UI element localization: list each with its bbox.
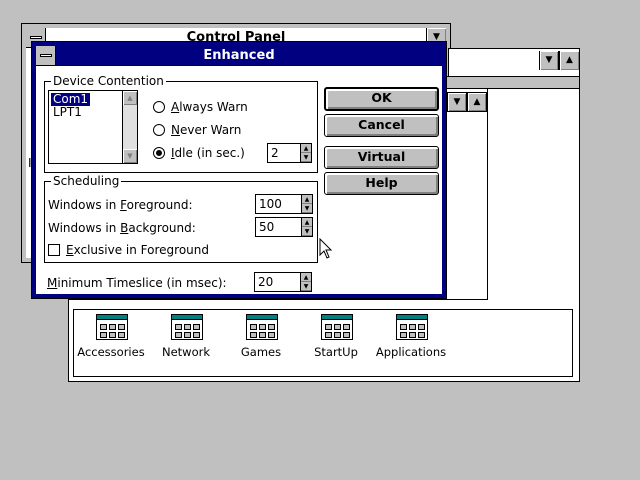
group-icon-network[interactable] xyxy=(171,314,203,340)
virtual-memory-button[interactable]: Virtual Memory... xyxy=(324,146,439,184)
exclusive-label[interactable]: Exclusive in Foreground xyxy=(66,243,209,257)
scheduling-legend: Scheduling xyxy=(51,174,122,188)
timeslice-label: Minimum Timeslice (in msec): xyxy=(47,276,227,290)
always-warn-radio[interactable] xyxy=(153,101,165,113)
background-value[interactable]: 50 xyxy=(259,220,274,234)
enhanced-dialog-titlebar[interactable]: Enhanced xyxy=(36,46,442,66)
spin-down-icon[interactable]: ▼ xyxy=(301,282,311,291)
scheduling-group: Scheduling Windows in Foreground: 100 ▲ ▼… xyxy=(44,174,318,263)
foreground-label: Windows in Foreground: xyxy=(48,198,193,212)
idle-seconds-value[interactable]: 2 xyxy=(271,146,279,160)
spin-down-icon[interactable]: ▼ xyxy=(302,204,312,213)
never-warn-radio[interactable] xyxy=(153,124,165,136)
list-item-lpt1[interactable]: LPT1 xyxy=(51,106,84,119)
always-warn-label[interactable]: Always Warn xyxy=(171,100,248,114)
port-listbox-scrollbar[interactable]: ▲ ▼ xyxy=(122,91,137,163)
dialog-title: Enhanced xyxy=(203,48,275,63)
device-contention-legend: Device Contention xyxy=(51,74,166,88)
minimize-arrow-icon[interactable]: ▼ xyxy=(447,92,467,112)
spin-up-icon[interactable]: ▲ xyxy=(301,144,311,153)
spin-up-icon[interactable]: ▲ xyxy=(301,273,311,282)
minimize-arrow-icon[interactable]: ▼ xyxy=(539,51,559,70)
group-icon-applications[interactable] xyxy=(396,314,428,340)
help-button[interactable]: Help xyxy=(324,172,439,195)
spin-up-icon[interactable]: ▲ xyxy=(302,218,312,227)
idle-radio[interactable] xyxy=(153,147,165,159)
idle-label[interactable]: Idle (in sec.) xyxy=(171,146,245,160)
cancel-button[interactable]: Cancel xyxy=(324,114,439,137)
scroll-down-arrow-icon[interactable]: ▼ xyxy=(123,149,137,163)
scroll-up-arrow-icon[interactable]: ▲ xyxy=(123,91,137,105)
group-icon-games[interactable] xyxy=(246,314,278,340)
timeslice-spinner[interactable]: 20 ▲ ▼ xyxy=(254,272,312,292)
timeslice-value[interactable]: 20 xyxy=(258,275,273,289)
program-manager-window: ▼ ▲ xyxy=(448,48,580,78)
foreground-value[interactable]: 100 xyxy=(259,197,282,211)
system-menu-icon[interactable] xyxy=(36,46,56,65)
spin-down-icon[interactable]: ▼ xyxy=(302,227,312,236)
background-spinner[interactable]: 50 ▲ ▼ xyxy=(255,217,313,237)
port-listbox[interactable]: Com1 LPT1 ▲ ▼ xyxy=(48,90,138,164)
foreground-spinner[interactable]: 100 ▲ ▼ xyxy=(255,194,313,214)
group-icon-accessories[interactable] xyxy=(96,314,128,340)
group-label-applications: Applications xyxy=(375,345,447,359)
spin-down-icon[interactable]: ▼ xyxy=(301,153,311,162)
maximize-arrow-icon[interactable]: ▲ xyxy=(559,51,579,70)
idle-seconds-spinner[interactable]: 2 ▲ ▼ xyxy=(267,143,312,163)
background-label: Windows in Background: xyxy=(48,221,196,235)
group-icon-startup[interactable] xyxy=(321,314,353,340)
device-contention-group: Device Contention Com1 LPT1 ▲ ▼ Always W… xyxy=(44,74,318,173)
enhanced-dialog: Enhanced Device Contention Com1 LPT1 ▲ ▼… xyxy=(31,41,447,299)
mouse-pointer-icon xyxy=(319,238,333,259)
spin-up-icon[interactable]: ▲ xyxy=(302,195,312,204)
maximize-arrow-icon[interactable]: ▲ xyxy=(467,92,487,112)
never-warn-label[interactable]: Never Warn xyxy=(171,123,241,137)
exclusive-checkbox[interactable] xyxy=(48,244,60,256)
ok-button[interactable]: OK xyxy=(324,87,439,111)
